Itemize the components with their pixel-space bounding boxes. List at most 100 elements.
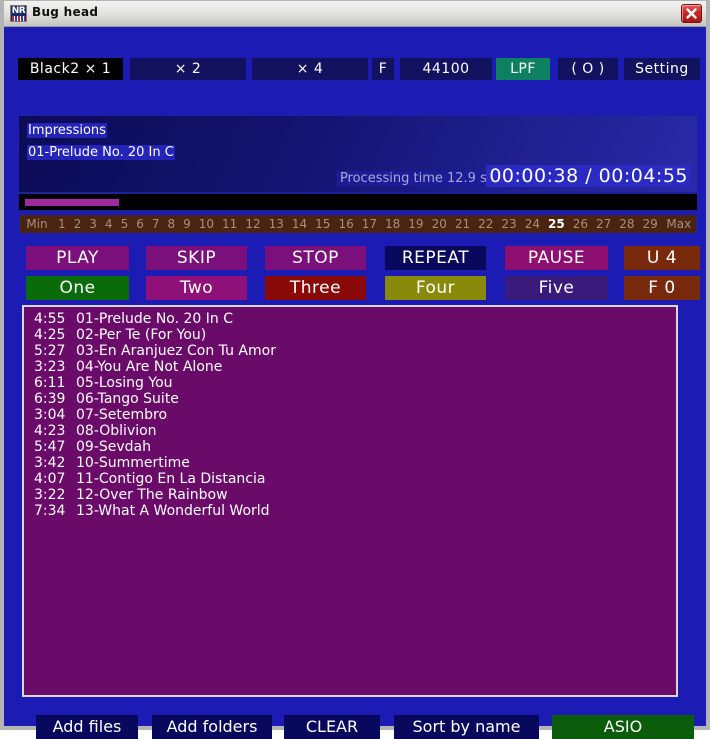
pause-button[interactable]: PAUSE (505, 246, 608, 270)
scale-tick-14[interactable]: 14 (288, 217, 311, 231)
scale-tick-9[interactable]: 9 (179, 217, 195, 231)
app-window: NR Bug head Black2 × 1 × 2 × 4 F 44100 L… (0, 0, 710, 739)
playlist-row[interactable]: 5:27 03-En Aranjuez Con Tu Amor (34, 343, 676, 359)
scale-tick-20[interactable]: 20 (428, 217, 451, 231)
playlist-row[interactable]: 7:34 13-What A Wonderful World (34, 503, 676, 519)
scale-tick-29[interactable]: 29 (639, 217, 662, 231)
track-title: 06-Tango Suite (76, 391, 179, 407)
sort-by-name-label: Sort by name (412, 717, 521, 736)
scale-tick-26[interactable]: 26 (569, 217, 592, 231)
close-button[interactable] (681, 4, 702, 23)
add-files-button[interactable]: Add files (36, 715, 138, 739)
playlist[interactable]: 4:55 01-Prelude No. 20 In C 4:25 02-Per Te … (22, 305, 678, 697)
track-duration: 4:23 (34, 423, 66, 439)
add-folders-button[interactable]: Add folders (152, 715, 272, 739)
scale-tick-3[interactable]: 3 (85, 217, 101, 231)
scale-tick-16[interactable]: 16 (334, 217, 357, 231)
track-duration: 4:07 (34, 471, 66, 487)
output-o-button[interactable]: ( O ) (558, 58, 618, 80)
scale-tick-17[interactable]: 17 (358, 217, 381, 231)
scale-tick-5[interactable]: 5 (117, 217, 133, 231)
playlist-row[interactable]: 4:25 02-Per Te (For You) (34, 327, 676, 343)
scale-tick-27[interactable]: 27 (592, 217, 615, 231)
app-icon-bars (12, 16, 25, 21)
preset-two-button[interactable]: Two (146, 276, 247, 300)
scale-tick-28[interactable]: 28 (615, 217, 638, 231)
scale-tick-4[interactable]: 4 (101, 217, 117, 231)
mode-x4-button[interactable]: × 4 (252, 58, 368, 80)
scale-tick-24[interactable]: 24 (521, 217, 544, 231)
mode-x2-button[interactable]: × 2 (130, 58, 246, 80)
repeat-button[interactable]: REPEAT (385, 246, 486, 270)
playlist-row[interactable]: 6:11 05-Losing You (34, 375, 676, 391)
close-icon (686, 8, 697, 19)
asio-button[interactable]: ASIO (552, 715, 694, 739)
playlist-row[interactable]: 3:23 04-You Are Not Alone (34, 359, 676, 375)
add-files-label: Add files (52, 717, 122, 736)
playlist-row[interactable]: 3:22 12-Over The Rainbow (34, 487, 676, 503)
scale-tick-18[interactable]: 18 (381, 217, 404, 231)
preset-three-label: Three (289, 278, 342, 298)
playlist-row[interactable]: 6:39 06-Tango Suite (34, 391, 676, 407)
playlist-items: 4:55 01-Prelude No. 20 In C 4:25 02-Per Te … (24, 307, 676, 519)
scale-tick-21[interactable]: 21 (451, 217, 474, 231)
scale-tick-10[interactable]: 10 (195, 217, 218, 231)
mode-black2-x1-label: Black2 × 1 (29, 61, 112, 77)
track-duration: 5:47 (34, 439, 66, 455)
playlist-row[interactable]: 4:23 08-Oblivion (34, 423, 676, 439)
playlist-row[interactable]: 5:47 09-Sevdah (34, 439, 676, 455)
samplerate-button[interactable]: 44100 (400, 58, 492, 80)
scale-tick-19[interactable]: 19 (404, 217, 427, 231)
clear-button[interactable]: CLEAR (284, 715, 380, 739)
scale-tick-7[interactable]: 7 (148, 217, 164, 231)
track-title: 13-What A Wonderful World (76, 503, 270, 519)
setting-label: Setting (635, 61, 689, 77)
scale-tick-11[interactable]: 11 (218, 217, 241, 231)
track-duration: 4:55 (34, 311, 66, 327)
scale-tick-2[interactable]: 2 (70, 217, 86, 231)
play-button[interactable]: PLAY (26, 246, 129, 270)
track-title: 05-Losing You (76, 375, 173, 391)
stop-button[interactable]: STOP (265, 246, 366, 270)
scale-tick-max[interactable]: Max (662, 217, 696, 231)
window-title: Bug head (32, 5, 99, 19)
scale-tick-23[interactable]: 23 (497, 217, 520, 231)
scale-tick-1[interactable]: 1 (54, 217, 70, 231)
playlist-row[interactable]: 4:07 11-Contigo En La Distancia (34, 471, 676, 487)
skip-button[interactable]: SKIP (146, 246, 247, 270)
preset-three-button[interactable]: Three (265, 276, 366, 300)
scale-tick-15[interactable]: 15 (311, 217, 334, 231)
track-duration: 6:11 (34, 375, 66, 391)
track-title: 07-Setembro (76, 407, 168, 423)
playlist-row[interactable]: 3:42 10-Summertime (34, 455, 676, 471)
sort-by-name-button[interactable]: Sort by name (394, 715, 539, 739)
progress-bar-fill (25, 199, 119, 206)
scale-tick-6[interactable]: 6 (132, 217, 148, 231)
preset-one-button[interactable]: One (26, 276, 129, 300)
setting-button[interactable]: Setting (624, 58, 700, 80)
lpf-button[interactable]: LPF (496, 58, 550, 80)
scale-tick-8[interactable]: 8 (163, 217, 179, 231)
preset-five-button[interactable]: Five (505, 276, 608, 300)
u4-button[interactable]: U 4 (624, 246, 700, 270)
filter-f-button[interactable]: F (372, 58, 394, 80)
playlist-row[interactable]: 3:04 07-Setembro (34, 407, 676, 423)
mode-black2-x1-button[interactable]: Black2 × 1 (18, 58, 123, 80)
scale-tick-22[interactable]: 22 (474, 217, 497, 231)
playlist-row[interactable]: 4:55 01-Prelude No. 20 In C (34, 311, 676, 327)
scale-tick-12[interactable]: 12 (241, 217, 264, 231)
scale-tick-min[interactable]: Min (20, 217, 54, 231)
scale-tick-13[interactable]: 13 (265, 217, 288, 231)
title-bar[interactable]: NR Bug head (4, 1, 706, 27)
preset-one-label: One (59, 278, 96, 298)
progress-bar[interactable] (18, 193, 698, 211)
f0-button[interactable]: F 0 (624, 276, 700, 300)
nr-app-icon: NR (10, 5, 27, 22)
preset-four-button[interactable]: Four (385, 276, 486, 300)
time-readout: 00:00:38 / 00:04:55 (486, 165, 691, 187)
preset-five-label: Five (538, 278, 575, 298)
track-duration: 7:34 (34, 503, 66, 519)
scale-tick-25[interactable]: 25 (544, 217, 569, 231)
volume-scale-slider[interactable]: Min 1 2 3 4 5 6 7 8 9 10 11 12 13 14 15 16 17 18 19 20 21 22 23… (18, 215, 698, 233)
repeat-label: REPEAT (401, 248, 470, 268)
